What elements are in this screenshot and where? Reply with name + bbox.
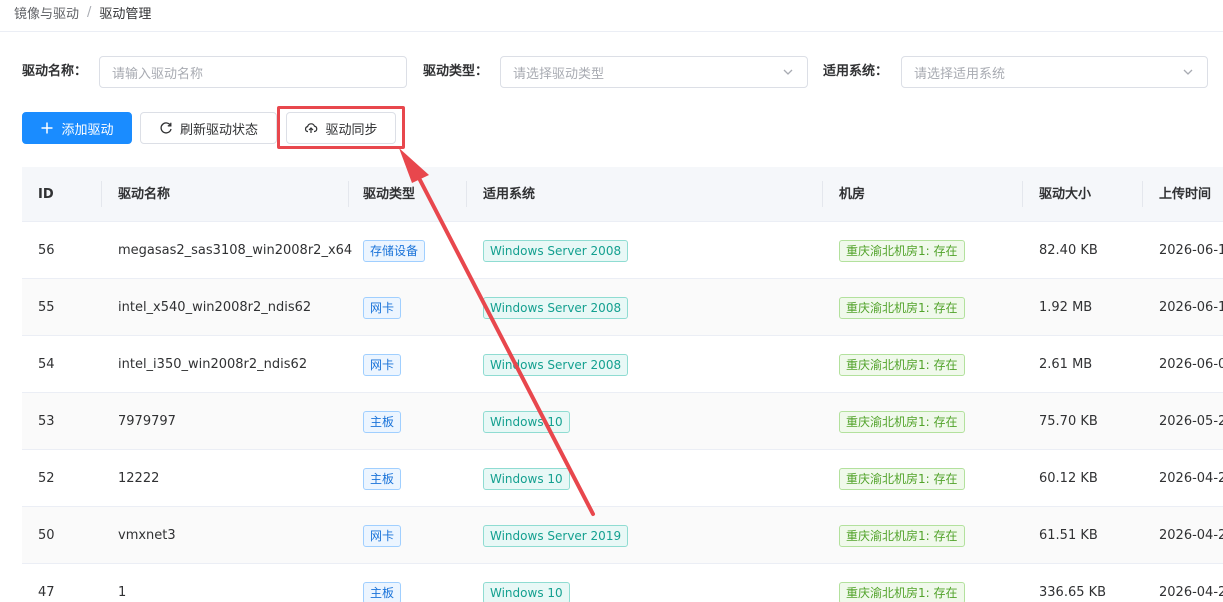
column-divider <box>466 181 467 207</box>
driver-type-tag: 网卡 <box>363 297 402 319</box>
cell-size: 60.12 KB <box>1039 471 1098 486</box>
table-row[interactable]: 50 vmxnet3 网卡 Windows Server 2019 重庆渝北机房… <box>22 507 1223 564</box>
cell-name: vmxnet3 <box>118 528 176 543</box>
os-tag: Windows 10 <box>483 582 570 602</box>
refresh-driver-status-button[interactable]: 刷新驱动状态 <box>140 112 277 144</box>
driver-type-label: 驱动类型： <box>423 64 489 79</box>
room-status-tag: 重庆渝北机房1: 存在 <box>839 525 965 547</box>
driver-type-select[interactable]: 请选择驱动类型 <box>500 56 808 88</box>
os-tag: Windows Server 2008 <box>483 297 629 319</box>
cell-name: megasas2_sas3108_win2008r2_x64 <box>118 243 353 258</box>
cell-id: 53 <box>38 414 55 429</box>
table-row[interactable]: 52 12222 主板 Windows 10 重庆渝北机房1: 存在 60.12… <box>22 450 1223 507</box>
column-divider <box>101 181 102 207</box>
driver-type-tag: 主板 <box>363 582 402 602</box>
table-row[interactable]: 55 intel_x540_win2008r2_ndis62 网卡 Window… <box>22 279 1223 336</box>
applicable-os-label: 适用系统： <box>823 64 889 79</box>
chevron-down-icon <box>1183 69 1193 75</box>
driver-name-label: 驱动名称： <box>22 64 88 79</box>
cell-size: 61.51 KB <box>1039 528 1098 543</box>
cloud-upload-icon <box>305 123 318 133</box>
driver-sync-button[interactable]: 驱动同步 <box>286 112 396 144</box>
refresh-driver-status-label: 刷新驱动状态 <box>179 122 258 138</box>
cell-upload-time: 2026-06-1 <box>1159 243 1223 258</box>
cell-name: 12222 <box>118 471 160 486</box>
cell-id: 54 <box>38 357 55 372</box>
os-tag: Windows 10 <box>483 468 570 490</box>
breadcrumb-separator: / <box>87 4 92 20</box>
driver-name-placeholder: 请输入驱动名称 <box>112 66 204 82</box>
cell-size: 336.65 KB <box>1039 585 1107 600</box>
cell-id: 50 <box>38 528 55 543</box>
room-status-tag: 重庆渝北机房1: 存在 <box>839 468 965 490</box>
driver-type-tag: 主板 <box>363 468 402 490</box>
cell-name: 7979797 <box>118 414 176 429</box>
table-row[interactable]: 54 intel_i350_win2008r2_ndis62 网卡 Window… <box>22 336 1223 393</box>
applicable-os-placeholder: 请选择适用系统 <box>914 66 1006 82</box>
cell-upload-time: 2026-04-2 <box>1159 471 1223 486</box>
room-status-tag: 重庆渝北机房1: 存在 <box>839 297 965 319</box>
breadcrumb-current: 驱动管理 <box>99 6 152 22</box>
column-header-room: 机房 <box>839 187 866 202</box>
cell-upload-time: 2026-04-2 <box>1159 528 1223 543</box>
driver-type-tag: 存储设备 <box>363 240 426 262</box>
column-divider <box>1142 181 1143 207</box>
column-divider <box>822 181 823 207</box>
column-header-name: 驱动名称 <box>118 187 171 202</box>
chevron-down-icon <box>783 69 793 75</box>
room-status-tag: 重庆渝北机房1: 存在 <box>839 411 965 433</box>
applicable-os-select[interactable]: 请选择适用系统 <box>901 56 1208 88</box>
cell-upload-time: 2026-06-1 <box>1159 300 1223 315</box>
cell-upload-time: 2026-05-2 <box>1159 414 1223 429</box>
table-header: ID 驱动名称 驱动类型 适用系统 机房 驱动大小 上传时间 <box>22 167 1223 222</box>
header-divider <box>0 31 1223 32</box>
cell-id: 55 <box>38 300 55 315</box>
cell-id: 47 <box>38 585 55 600</box>
room-status-tag: 重庆渝北机房1: 存在 <box>839 582 965 602</box>
os-tag: Windows Server 2008 <box>483 354 629 376</box>
driver-name-input[interactable]: 请输入驱动名称 <box>99 56 407 88</box>
plus-icon <box>41 122 53 134</box>
cell-name: intel_x540_win2008r2_ndis62 <box>118 300 312 315</box>
driver-type-tag: 网卡 <box>363 525 402 547</box>
cell-id: 56 <box>38 243 55 258</box>
room-status-tag: 重庆渝北机房1: 存在 <box>839 354 965 376</box>
cell-size: 82.40 KB <box>1039 243 1098 258</box>
column-header-upload-time: 上传时间 <box>1159 187 1212 202</box>
cell-size: 2.61 MB <box>1039 357 1093 372</box>
cell-size: 75.70 KB <box>1039 414 1098 429</box>
add-driver-label: 添加驱动 <box>61 122 114 138</box>
os-tag: Windows Server 2019 <box>483 525 629 547</box>
column-divider <box>348 181 349 207</box>
column-header-os: 适用系统 <box>483 187 536 202</box>
table-row[interactable]: 47 1 主板 Windows 10 重庆渝北机房1: 存在 336.65 KB… <box>22 564 1223 602</box>
table-row[interactable]: 56 megasas2_sas3108_win2008r2_x64 存储设备 W… <box>22 222 1223 279</box>
column-header-size: 驱动大小 <box>1039 187 1092 202</box>
column-header-type: 驱动类型 <box>363 187 416 202</box>
os-tag: Windows 10 <box>483 411 570 433</box>
driver-type-tag: 主板 <box>363 411 402 433</box>
column-header-id: ID <box>38 187 54 202</box>
driver-type-placeholder: 请选择驱动类型 <box>513 66 605 82</box>
refresh-icon <box>160 122 172 134</box>
cell-name: 1 <box>118 585 127 600</box>
cell-upload-time: 2026-06-0 <box>1159 357 1223 372</box>
table-row[interactable]: 53 7979797 主板 Windows 10 重庆渝北机房1: 存在 75.… <box>22 393 1223 450</box>
os-tag: Windows Server 2008 <box>483 240 629 262</box>
add-driver-button[interactable]: 添加驱动 <box>22 112 132 144</box>
cell-id: 52 <box>38 471 55 486</box>
cell-upload-time: 2026-04-2 <box>1159 585 1223 600</box>
column-divider <box>1022 181 1023 207</box>
driver-type-tag: 网卡 <box>363 354 402 376</box>
breadcrumb-parent-link[interactable]: 镜像与驱动 <box>14 3 79 22</box>
breadcrumb: 镜像与驱动 / 驱动管理 <box>14 3 152 22</box>
cell-size: 1.92 MB <box>1039 300 1093 315</box>
cell-name: intel_i350_win2008r2_ndis62 <box>118 357 308 372</box>
driver-sync-label: 驱动同步 <box>325 122 378 138</box>
room-status-tag: 重庆渝北机房1: 存在 <box>839 240 965 262</box>
